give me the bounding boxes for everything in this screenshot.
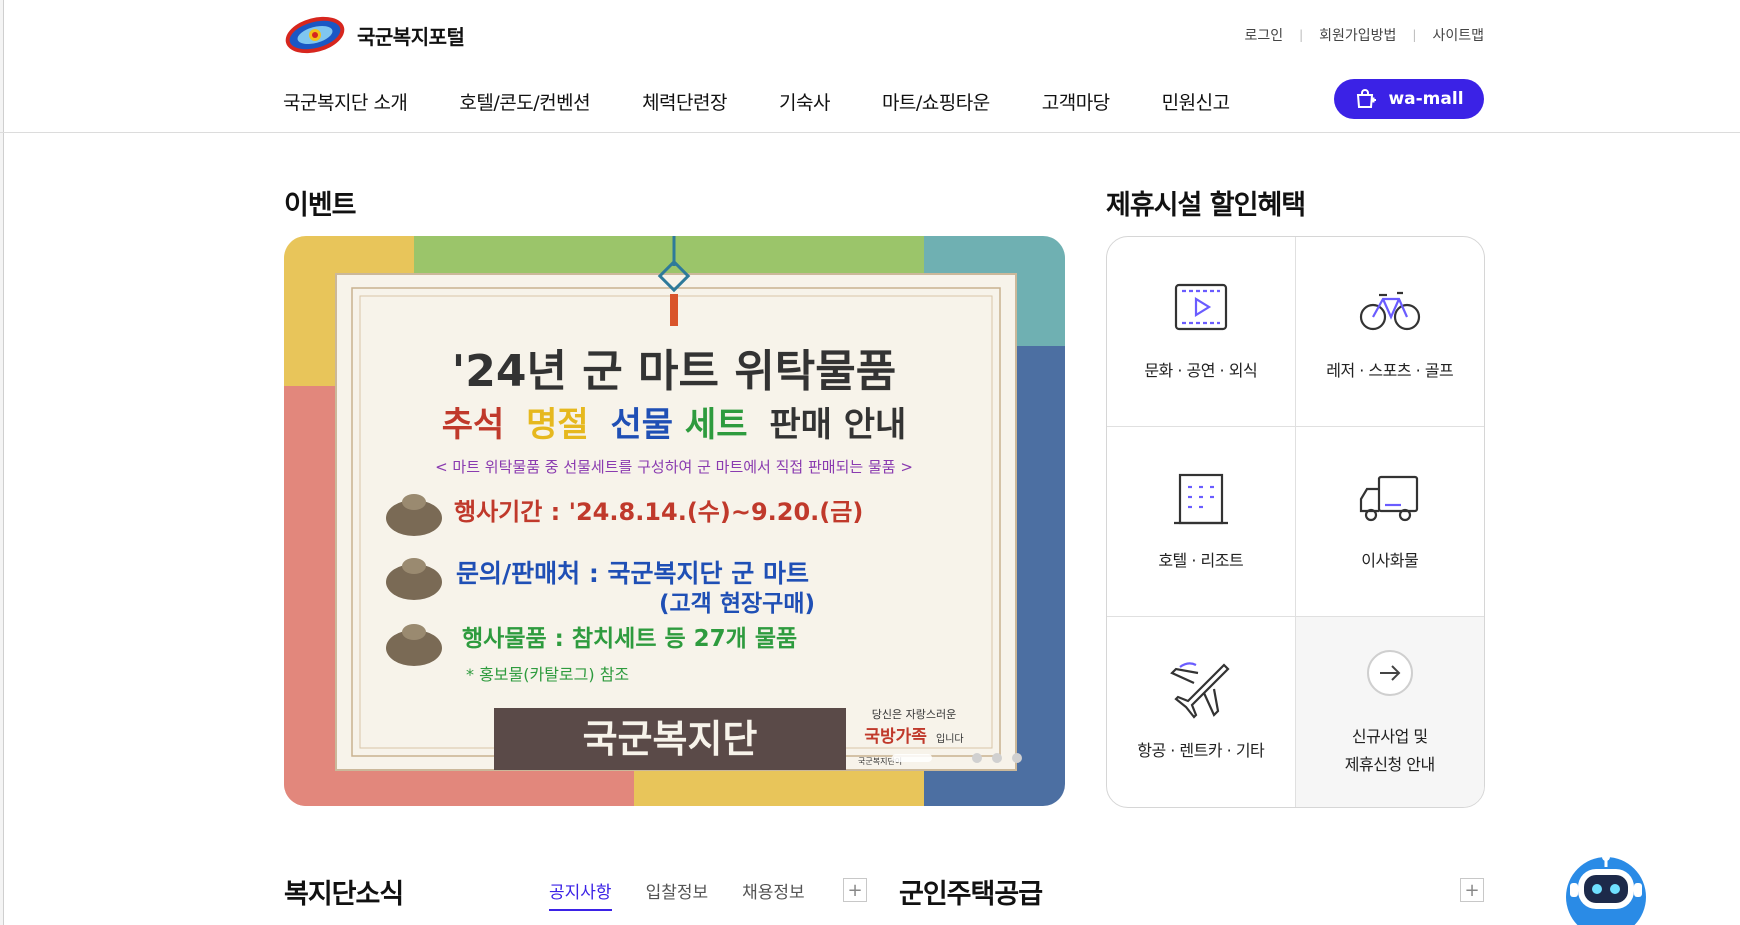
news-tabs: 공지사항 입찰정보 채용정보 (549, 878, 805, 911)
partner-leisure[interactable]: 레저 · 스포츠 · 골프 (1295, 237, 1484, 427)
svg-text:추석 명절 선물 세트: 추석 명절 선물 세트 판매 안내 (442, 405, 907, 445)
partners-section-title: 제휴시설 할인혜택 (1106, 190, 1306, 221)
banner-headline-2b: 명절 (526, 405, 589, 445)
slide-dot-1[interactable] (972, 753, 982, 763)
signup-guide-link[interactable]: 회원가입방법 (1319, 25, 1396, 45)
partner-label: 레저 · 스포츠 · 골프 (1326, 360, 1454, 380)
partner-label: 호텔 · 리조트 (1158, 550, 1244, 570)
event-banner[interactable]: '24년 군 마트 위탁물품 추석 명절 선물 세트 판매 안내 < 마트 위탁… (284, 236, 1065, 806)
banner-headline-1: '24년 군 마트 위탁물품 (452, 346, 897, 397)
housing-more-button[interactable]: + (1460, 878, 1484, 902)
news-more-button[interactable]: + (843, 878, 867, 902)
sitemap-link[interactable]: 사이트맵 (1432, 25, 1484, 45)
slide-dot-3[interactable] (1012, 753, 1022, 763)
banner-headline-2c: 선물 (611, 405, 674, 445)
arrow-right-icon (1366, 650, 1413, 696)
video-play-icon (1174, 283, 1227, 330)
banner-inquiry-2: (고객 현장구매) (659, 591, 815, 617)
emblem-icon (285, 16, 345, 54)
utility-links: 로그인 | 회원가입방법 | 사이트맵 (1244, 25, 1484, 45)
site-logo[interactable]: 국군복지포털 (283, 14, 465, 56)
event-section-title: 이벤트 (284, 190, 357, 221)
window-edge (0, 0, 4, 925)
partner-hotel[interactable]: 호텔 · 리조트 (1107, 427, 1296, 617)
wa-mall-button[interactable]: wa-mall (1334, 79, 1484, 119)
wa-mall-label: wa-mall (1388, 89, 1464, 109)
bicycle-icon (1359, 291, 1420, 330)
shopping-bag-icon (1357, 89, 1377, 108)
partner-benefits-grid: 문화 · 공연 · 외식 레저 · 스포츠 · 골프 호텔 · 리조트 이사화물… (1106, 236, 1485, 808)
nav-item-about[interactable]: 국군복지단 소개 (283, 88, 408, 115)
banner-slogan-2: 국방가족 (864, 727, 927, 747)
banner-headline-2e: 판매 안내 (769, 405, 906, 445)
banner-footer-org: 국군복지단 (583, 717, 758, 761)
banner-slogan-3: 입니다 (936, 732, 964, 745)
partner-culture[interactable]: 문화 · 공연 · 외식 (1107, 237, 1296, 427)
partner-label: 항공 · 렌트카 · 기타 (1137, 741, 1265, 760)
nav-item-customer[interactable]: 고객마당 (1042, 88, 1110, 115)
main-nav: 국군복지단 소개 호텔/콘도/컨벤션 체력단련장 기숙사 마트/쇼핑타운 고객마… (283, 88, 1282, 115)
nav-item-hotel[interactable]: 호텔/콘도/컨벤션 (459, 88, 590, 115)
tab-bidding[interactable]: 입찰정보 (646, 878, 709, 911)
news-section-title: 복지단소식 (284, 879, 404, 910)
banner-inquiry-1: 문의/판매처 : 국군복지단 군 마트 (456, 559, 809, 588)
chatbot-icon[interactable] (1566, 851, 1646, 925)
partner-application[interactable]: 신규사업 및 제휴신청 안내 (1295, 617, 1484, 807)
partner-moving[interactable]: 이사화물 (1295, 427, 1484, 617)
building-icon (1173, 473, 1228, 524)
partner-label: 이사화물 (1361, 550, 1419, 570)
tab-notice[interactable]: 공지사항 (549, 878, 612, 911)
site-header: 국군복지포털 로그인 | 회원가입방법 | 사이트맵 국군복지단 소개 호텔/콘… (0, 0, 1740, 133)
banner-subline: < 마트 위탁물품 중 선물세트를 구성하여 군 마트에서 직접 판매되는 물품… (435, 458, 913, 476)
banner-note: * 홍보물(카탈로그) 참조 (466, 665, 629, 684)
nav-item-mart[interactable]: 마트/쇼핑타운 (882, 88, 990, 115)
nav-item-complaint[interactable]: 민원신고 (1162, 88, 1230, 115)
housing-section-title: 군인주택공급 (899, 879, 1043, 910)
nav-item-fitness[interactable]: 체력단련장 (642, 88, 727, 115)
banner-period: 행사기간 : '24.8.14.(수)~9.20.(금) (454, 498, 863, 526)
truck-icon (1359, 475, 1418, 521)
partner-airline[interactable]: 항공 · 렌트카 · 기타 (1107, 617, 1296, 807)
banner-headline-2d: 세트 (685, 405, 748, 445)
divider: | (1299, 28, 1304, 42)
slide-dot-2[interactable] (992, 753, 1002, 763)
login-link[interactable]: 로그인 (1244, 25, 1283, 45)
nav-item-dormitory[interactable]: 기숙사 (779, 88, 830, 115)
airplane-icon (1169, 662, 1230, 719)
partner-label: 문화 · 공연 · 외식 (1144, 360, 1258, 380)
partner-label: 신규사업 및 제휴신청 안내 (1344, 727, 1435, 774)
banner-headline-2a: 추석 (442, 405, 505, 445)
banner-items: 행사물품 : 참치세트 등 27개 물품 (462, 626, 797, 652)
slide-indicator-active[interactable] (892, 754, 932, 762)
site-title: 국군복지포털 (357, 24, 465, 49)
divider: | (1412, 28, 1417, 42)
banner-slogan-1: 당신은 자랑스러운 (872, 708, 956, 721)
tab-recruit[interactable]: 채용정보 (742, 878, 805, 911)
